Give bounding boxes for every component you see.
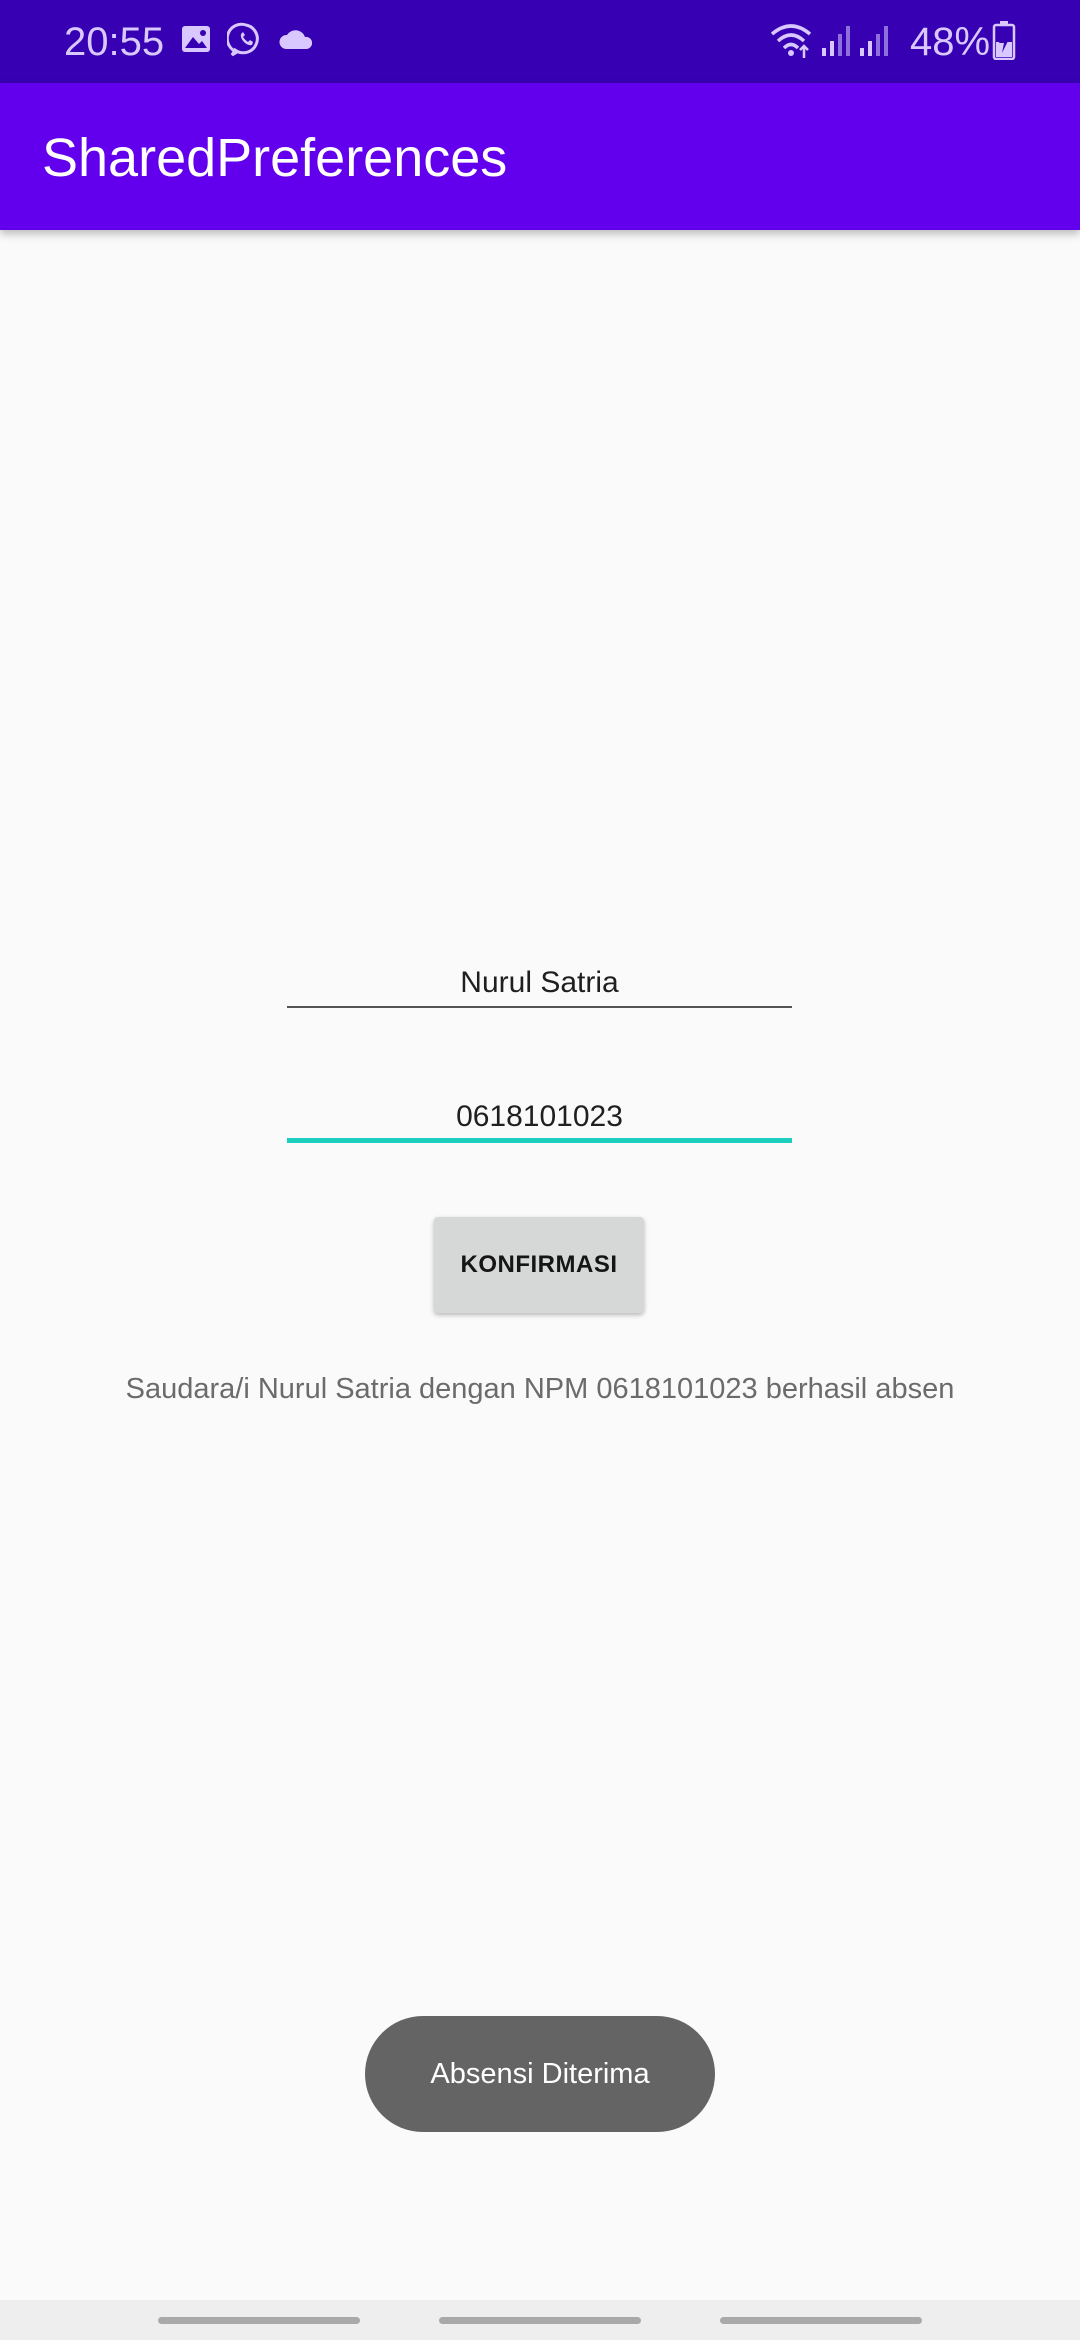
signal-icon bbox=[822, 26, 850, 56]
app-bar: SharedPreferences bbox=[0, 83, 1080, 230]
result-message: Saudara/i Nurul Satria dengan NPM 061810… bbox=[125, 1373, 955, 1405]
signal-icon bbox=[860, 26, 888, 56]
navigation-bar bbox=[0, 2300, 1080, 2340]
gallery-icon bbox=[182, 26, 210, 52]
status-time: 20:55 bbox=[64, 20, 165, 64]
confirm-button[interactable]: KONFIRMASI bbox=[434, 1217, 644, 1313]
npm-input-underline bbox=[287, 1138, 792, 1143]
name-input-underline bbox=[287, 1006, 792, 1008]
npm-input[interactable]: 0618101023 bbox=[287, 1097, 792, 1137]
wifi-icon bbox=[770, 24, 812, 58]
cloud-icon bbox=[279, 30, 313, 49]
nav-pill-left[interactable] bbox=[158, 2317, 360, 2324]
name-input[interactable]: Nurul Satria bbox=[287, 963, 792, 1003]
toast-message: Absensi Diterima bbox=[365, 2016, 715, 2132]
battery-charging-icon bbox=[992, 21, 1016, 60]
nav-pill-center[interactable] bbox=[439, 2317, 641, 2324]
nav-pill-right[interactable] bbox=[720, 2317, 922, 2324]
whatsapp-icon bbox=[227, 22, 259, 57]
app-title: SharedPreferences bbox=[42, 128, 508, 188]
battery-percentage: 48% bbox=[910, 20, 991, 64]
status-bar: 20:55 48% bbox=[0, 0, 1080, 83]
